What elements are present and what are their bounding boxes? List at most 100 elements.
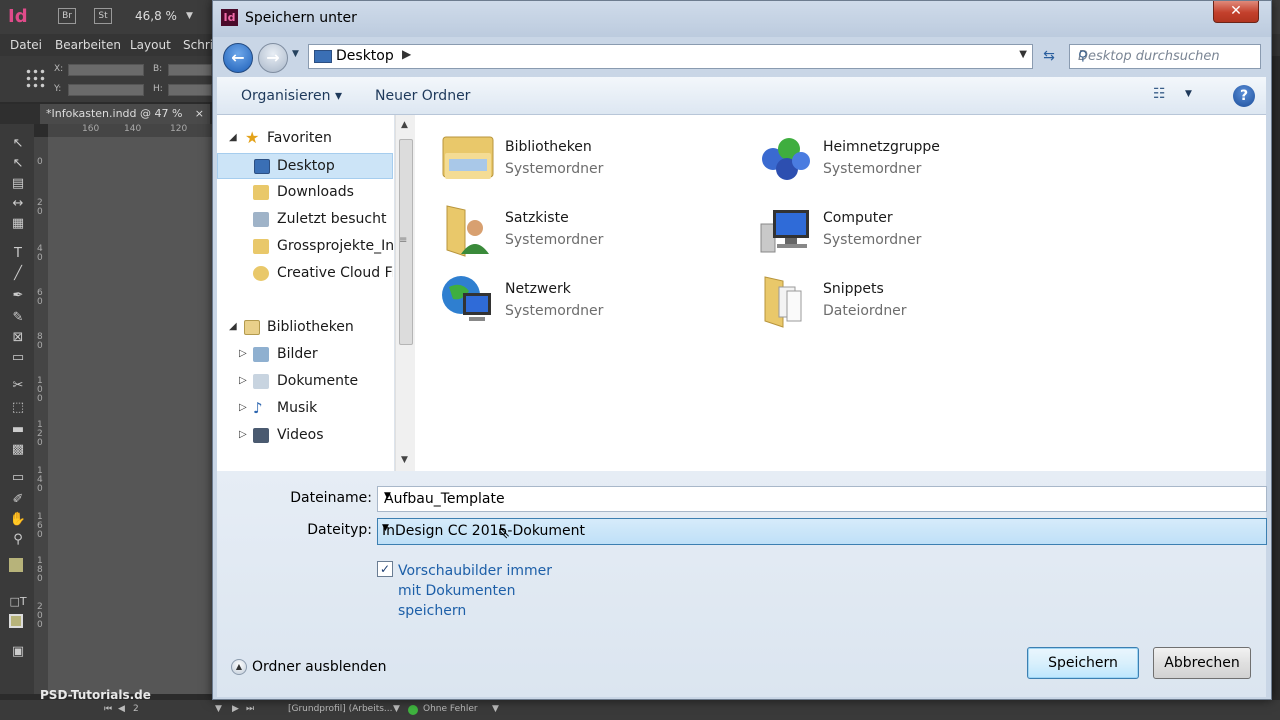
filename-dropdown-icon[interactable]: ▼ <box>384 491 1260 501</box>
next-page-icon[interactable]: ▶ <box>232 704 239 714</box>
tree-item-downloads[interactable]: Downloads <box>217 180 393 206</box>
reference-point-icon[interactable] <box>25 68 45 88</box>
preview-checkbox[interactable]: ✓ <box>377 561 393 577</box>
tree-item-desktop[interactable]: Desktop <box>217 153 393 179</box>
pencil-tool-icon[interactable]: ✎ <box>9 310 27 326</box>
preflight-dropdown-icon[interactable]: ▼ <box>492 704 499 714</box>
eyedropper-tool-icon[interactable]: ✐ <box>9 492 27 508</box>
expand-icon[interactable]: ▷ <box>239 402 247 413</box>
first-page-icon[interactable]: ⏮ <box>104 704 112 714</box>
hand-tool-icon[interactable]: ✋ <box>9 512 27 528</box>
menu-datei[interactable]: Datei <box>10 38 42 52</box>
gradient-swatch-tool-icon[interactable]: ▬ <box>9 422 27 438</box>
forward-button[interactable]: → <box>258 43 288 73</box>
zoom-level[interactable]: 46,8 % <box>135 9 177 23</box>
list-item[interactable]: Netzwerk Systemordner <box>439 271 739 337</box>
preview-checkbox-label[interactable]: Vorschaubilder immer mit Dokumenten spei… <box>398 561 568 621</box>
save-button[interactable]: Speichern <box>1027 647 1139 679</box>
collapse-up-icon[interactable]: ▲ <box>231 659 247 675</box>
address-dropdown-icon[interactable]: ▼ <box>1019 49 1027 60</box>
screen-mode-icon[interactable]: ▣ <box>9 644 27 660</box>
tree-item-bilder[interactable]: ▷ Bilder <box>217 342 393 368</box>
navigation-scrollbar[interactable]: ▲ ≡ ▼ <box>395 115 415 471</box>
formatting-affects-icon[interactable]: □T <box>9 594 27 610</box>
view-dropdown-icon[interactable]: ▼ <box>1185 89 1192 99</box>
gradient-feather-tool-icon[interactable]: ▩ <box>9 442 27 458</box>
selection-tool-icon[interactable]: ↖ <box>9 136 27 152</box>
profile-dropdown-icon[interactable]: ▼ <box>393 704 400 714</box>
document-tab[interactable]: *Infokasten.indd @ 47 % × <box>40 104 210 124</box>
back-button[interactable]: ← <box>223 43 253 73</box>
width-field[interactable] <box>168 64 212 76</box>
free-transform-tool-icon[interactable]: ⬚ <box>9 400 27 416</box>
expand-icon[interactable]: ▷ <box>239 375 247 386</box>
type-tool-icon[interactable]: T <box>9 246 27 262</box>
chevron-right-icon[interactable]: ▶ <box>402 47 411 61</box>
menu-schrift[interactable]: Schri <box>183 38 213 52</box>
y-field[interactable] <box>68 84 144 96</box>
tree-item-favoriten[interactable]: ◢ ★ Favoriten <box>217 126 393 152</box>
tree-item-recent[interactable]: Zuletzt besucht <box>217 207 393 233</box>
hide-folders-button[interactable]: Ordner ausblenden <box>252 659 387 675</box>
dialog-title-bar[interactable]: Id Speichern unter ✕ <box>213 1 1271 37</box>
profile-status[interactable]: [Grundprofil] (Arbeits... <box>288 704 393 714</box>
list-item[interactable]: Bibliotheken Systemordner <box>439 129 739 195</box>
last-page-icon[interactable]: ⏭ <box>246 704 254 714</box>
prev-page-icon[interactable]: ◀ <box>118 704 125 714</box>
bridge-button[interactable]: Br <box>58 8 76 24</box>
line-tool-icon[interactable]: ╱ <box>9 266 27 282</box>
cancel-button[interactable]: Abbrechen <box>1153 647 1251 679</box>
collapse-icon[interactable]: ◢ <box>229 132 237 143</box>
scissors-tool-icon[interactable]: ✂ <box>9 378 27 394</box>
scroll-up-icon[interactable]: ▲ <box>401 120 408 130</box>
close-button[interactable]: ✕ <box>1213 1 1259 23</box>
filetype-dropdown-icon[interactable]: ▼ <box>382 523 1260 533</box>
collapse-icon[interactable]: ◢ <box>229 321 237 332</box>
page-number[interactable]: 2 <box>133 704 139 714</box>
scroll-down-icon[interactable]: ▼ <box>401 455 408 465</box>
refresh-icon[interactable]: ⇆ <box>1039 48 1059 66</box>
tree-item-bibliotheken[interactable]: ◢ Bibliotheken <box>217 315 393 341</box>
search-icon[interactable]: ⚲ <box>1078 49 1254 64</box>
list-item[interactable]: Computer Systemordner <box>757 200 1057 266</box>
menu-bearbeiten[interactable]: Bearbeiten <box>55 38 121 52</box>
direct-selection-tool-icon[interactable]: ↖ <box>9 156 27 172</box>
preflight-status[interactable]: Ohne Fehler <box>423 704 478 714</box>
zoom-dropdown-icon[interactable]: ▼ <box>186 11 193 21</box>
note-tool-icon[interactable]: ▭ <box>9 470 27 486</box>
tree-item-videos[interactable]: ▷ Videos <box>217 423 393 449</box>
address-segment-desktop[interactable]: Desktop <box>336 48 394 64</box>
tree-item-creative-cloud[interactable]: Creative Cloud Fil <box>217 261 393 287</box>
new-folder-button[interactable]: Neuer Ordner <box>375 88 470 104</box>
close-tab-icon[interactable]: × <box>195 107 204 120</box>
expand-icon[interactable]: ▷ <box>239 429 247 440</box>
tree-item-grossprojekte[interactable]: Grossprojekte_InD <box>217 234 393 260</box>
content-collector-icon[interactable]: ▦ <box>9 216 27 232</box>
zoom-tool-icon[interactable]: ⚲ <box>9 532 27 548</box>
gap-tool-icon[interactable]: ↔ <box>9 196 27 212</box>
list-item[interactable]: Snippets Dateiordner <box>757 271 1057 337</box>
page-dropdown-icon[interactable]: ▼ <box>215 704 222 714</box>
organize-button[interactable]: Organisieren ▾ <box>241 88 342 104</box>
document-canvas[interactable] <box>48 137 215 694</box>
menu-layout[interactable]: Layout <box>130 38 171 52</box>
filename-input[interactable]: Aufbau_Template ▼ <box>377 486 1267 512</box>
tree-item-dokumente[interactable]: ▷ Dokumente <box>217 369 393 395</box>
apply-color-icon[interactable] <box>9 614 23 628</box>
list-item[interactable]: Heimnetzgruppe Systemordner <box>757 129 1057 195</box>
rectangle-tool-icon[interactable]: ▭ <box>9 350 27 366</box>
address-bar[interactable]: Desktop ▶ ▼ <box>308 44 1033 69</box>
expand-icon[interactable]: ▷ <box>239 348 247 359</box>
rectangle-frame-tool-icon[interactable]: ⊠ <box>9 330 27 346</box>
x-field[interactable] <box>68 64 144 76</box>
view-options-icon[interactable]: ☷ <box>1153 86 1175 106</box>
fill-color-icon[interactable] <box>9 558 23 572</box>
list-item[interactable]: Satzkiste Systemordner <box>439 200 739 266</box>
stock-button[interactable]: St <box>94 8 112 24</box>
search-input[interactable]: Desktop durchsuchen ⚲ <box>1069 44 1261 69</box>
help-button[interactable]: ? <box>1233 85 1255 107</box>
filetype-select[interactable]: InDesign CC 2015-Dokument ▼ <box>377 518 1267 545</box>
history-dropdown-icon[interactable]: ▼ <box>292 49 299 59</box>
height-field[interactable] <box>168 84 212 96</box>
pen-tool-icon[interactable]: ✒ <box>9 288 27 304</box>
